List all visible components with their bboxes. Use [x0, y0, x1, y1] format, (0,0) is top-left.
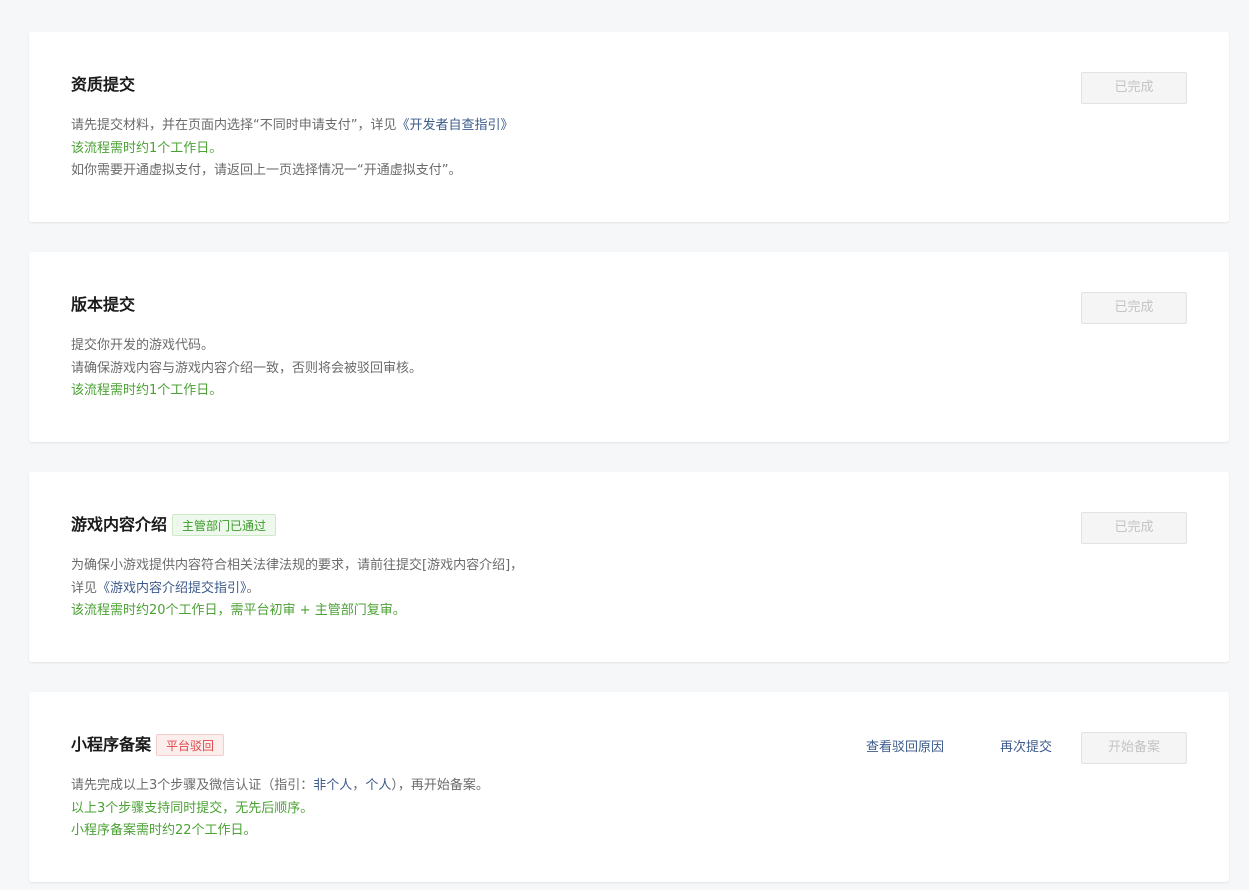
step-title: 版本提交 [71, 295, 136, 314]
desc-text: ， [352, 778, 366, 793]
content-guide-link[interactable]: 《游戏内容介绍提交指引》 [97, 581, 247, 596]
step-title-row: 小程序备案 平台驳回 [71, 732, 225, 758]
step-card-qualification: 资质提交 请先提交材料，并在页面内选择“不同时申请支付”，详见《开发者自查指引》… [29, 32, 1229, 222]
view-rejection-reason-button[interactable]: 查看驳回原因 [866, 732, 944, 764]
desc-line: 为确保小游戏提供内容符合相关法律法规的要求，请前往提交[游戏内容介绍]， [71, 558, 524, 573]
step-title-row: 版本提交 [71, 292, 135, 318]
start-filing-button[interactable]: 开始备案 [1081, 732, 1187, 764]
desc-line: 详见《游戏内容介绍提交指引》。 [71, 578, 523, 601]
desc-text: 请先完成以上3个步骤及微信认证（指引： [71, 778, 314, 793]
desc-line: 提交你开发的游戏代码。 [71, 338, 215, 353]
completed-button[interactable]: 已完成 [1081, 292, 1187, 324]
step-card-filing: 小程序备案 平台驳回 请先完成以上3个步骤及微信认证（指引：非个人，个人），再开… [29, 692, 1229, 882]
step-title: 小程序备案 [71, 735, 152, 754]
developer-guide-link[interactable]: 《开发者自查指引》 [396, 118, 513, 133]
desc-line-duration: 小程序备案需时约22个工作日。 [71, 823, 257, 838]
step-description: 为确保小游戏提供内容符合相关法律法规的要求，请前往提交[游戏内容介绍]， 详见《… [71, 555, 523, 623]
status-badge-rejected: 平台驳回 [156, 734, 225, 756]
step-title: 游戏内容介绍 [71, 515, 168, 534]
desc-text: 详见 [71, 580, 98, 596]
step-title: 资质提交 [71, 75, 136, 94]
step-title-row: 游戏内容介绍 主管部门已通过 [71, 512, 277, 538]
step-description: 请先提交材料，并在页面内选择“不同时申请支付”，详见《开发者自查指引》 该流程需… [71, 115, 514, 183]
desc-line: 请先提交材料，并在页面内选择“不同时申请支付”，详见《开发者自查指引》 [71, 115, 514, 138]
completed-button[interactable]: 已完成 [1081, 512, 1187, 544]
completed-button[interactable]: 已完成 [1081, 72, 1187, 104]
desc-line: 请确保游戏内容与游戏内容介绍一致，否则将会被驳回审核。 [71, 360, 423, 376]
desc-text: 。 [246, 580, 260, 596]
step-description: 请先完成以上3个步骤及微信认证（指引：非个人，个人），再开始备案。 以上3个步骤… [71, 775, 489, 843]
desc-line: 如你需要开通虚拟支付，请返回上一页选择情况一“开通虚拟支付”。 [71, 163, 462, 178]
status-badge-approved: 主管部门已通过 [172, 514, 277, 536]
desc-line: 请先完成以上3个步骤及微信认证（指引：非个人，个人），再开始备案。 [71, 775, 489, 798]
desc-line-duration: 该流程需时约1个工作日。 [71, 383, 223, 398]
non-personal-link[interactable]: 非个人 [313, 778, 352, 793]
personal-link[interactable]: 个人 [365, 778, 391, 793]
desc-text: 请先提交材料，并在页面内选择“不同时申请支付”，详见 [71, 118, 397, 133]
desc-line-duration: 该流程需时约20个工作日，需平台初审 + 主管部门复审。 [71, 603, 406, 618]
step-description: 提交你开发的游戏代码。 请确保游戏内容与游戏内容介绍一致，否则将会被驳回审核。 … [71, 335, 422, 403]
step-card-game-content: 游戏内容介绍 主管部门已通过 为确保小游戏提供内容符合相关法律法规的要求，请前往… [29, 472, 1229, 662]
desc-line-note: 以上3个步骤支持同时提交，无先后顺序。 [71, 800, 314, 816]
desc-text: ），再开始备案。 [391, 778, 489, 793]
desc-line-duration: 该流程需时约1个工作日。 [71, 140, 223, 156]
resubmit-button[interactable]: 再次提交 [1000, 732, 1052, 764]
step-card-version-submit: 版本提交 提交你开发的游戏代码。 请确保游戏内容与游戏内容介绍一致，否则将会被驳… [29, 252, 1229, 442]
steps-page: 资质提交 请先提交材料，并在页面内选择“不同时申请支付”，详见《开发者自查指引》… [0, 0, 1249, 890]
step-title-row: 资质提交 [71, 72, 135, 98]
